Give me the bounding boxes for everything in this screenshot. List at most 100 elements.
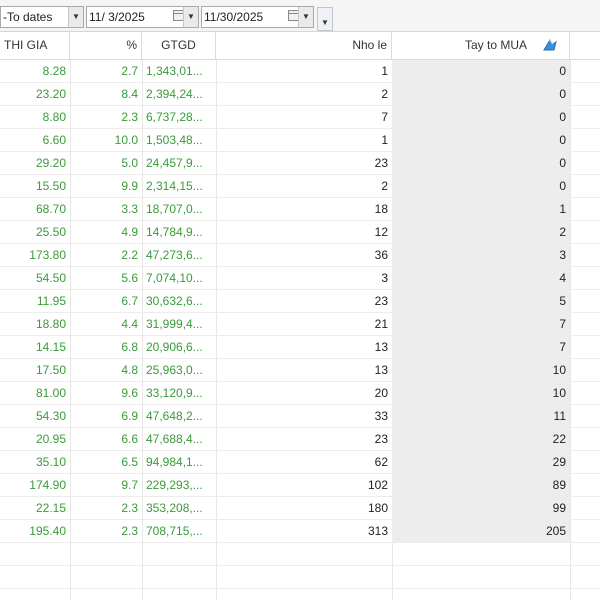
small-trades-cell: 23 [374,432,388,446]
big-buy-cell: 7 [559,340,566,354]
filter-toolbar: -To dates ▼ 11/ 3/2025 ▼ 11/30/2025 ▼ ▼ [0,0,600,32]
price-cell: 81.00 [35,386,66,400]
small-trades-cell: 62 [374,455,388,469]
price-cell: 8.80 [42,110,66,124]
big-buy-cell: 99 [552,501,566,515]
table-row[interactable]: 22.15 2.3 353,208,... 180 99 [0,497,600,520]
value-cell: 94,984,1... [146,455,203,469]
big-buy-cell: 0 [559,87,566,101]
price-cell: 29.20 [35,156,66,170]
column-header-price[interactable]: THI GIA [0,32,70,59]
table-row[interactable]: 8.28 2.7 1,343,01... 1 0 [0,60,600,83]
percent-cell: 5.6 [121,271,138,285]
value-cell: 18,707,0... [146,202,203,216]
table-row[interactable]: 20.95 6.6 47,688,4... 23 22 [0,428,600,451]
big-buy-cell: 29 [552,455,566,469]
table-row[interactable] [0,543,600,566]
price-cell: 8.28 [42,64,66,78]
options-dropdown-icon[interactable]: ▼ [317,7,333,31]
price-cell: 11.95 [36,294,66,308]
small-trades-cell: 3 [381,271,388,285]
table-row[interactable]: 35.10 6.5 94,984,1... 62 29 [0,451,600,474]
table-row[interactable]: 14.15 6.8 20,906,6... 13 7 [0,336,600,359]
to-date-value: 11/30/2025 [204,10,264,24]
date-mode-value: -To dates [3,10,53,24]
table-row[interactable]: 6.60 10.0 1,503,48... 1 0 [0,129,600,152]
price-cell: 20.95 [35,432,66,446]
table-row[interactable]: 29.20 5.0 24,457,9... 23 0 [0,152,600,175]
big-buy-cell: 0 [559,133,566,147]
percent-cell: 8.4 [121,87,138,101]
value-cell: 47,273,6... [146,248,203,262]
table-row[interactable]: 195.40 2.3 708,715,... 313 205 [0,520,600,543]
price-cell: 68.70 [35,202,66,216]
table-row[interactable]: 54.50 5.6 7,074,10... 3 4 [0,267,600,290]
price-cell: 17.50 [35,363,66,377]
small-trades-cell: 33 [374,409,388,423]
from-date-value: 11/ 3/2025 [89,10,145,24]
table-row[interactable]: 17.50 4.8 25,963,0... 13 10 [0,359,600,382]
table-row[interactable]: 15.50 9.9 2,314,15... 2 0 [0,175,600,198]
big-buy-cell: 7 [559,317,566,331]
percent-cell: 6.8 [121,340,138,354]
small-trades-cell: 180 [367,501,388,515]
column-header-small[interactable]: Nho le [216,32,392,59]
big-buy-cell: 4 [559,271,566,285]
value-cell: 47,688,4... [146,432,203,446]
small-trades-cell: 21 [374,317,388,331]
value-cell: 1,503,48... [146,133,203,147]
chevron-down-icon[interactable]: ▼ [183,7,198,27]
table-row[interactable]: 173.80 2.2 47,273,6... 36 3 [0,244,600,267]
value-cell: 14,784,9... [146,225,203,239]
column-header-value[interactable]: GTGD [142,32,216,59]
small-trades-cell: 13 [374,363,388,377]
small-trades-cell: 2 [381,87,388,101]
from-date-picker[interactable]: 11/ 3/2025 ▼ [86,6,199,28]
big-buy-cell: 1 [559,202,566,216]
price-cell: 15.50 [35,179,66,193]
percent-cell: 4.4 [121,317,138,331]
value-cell: 353,208,... [146,501,203,515]
price-cell: 174.90 [29,478,66,492]
value-cell: 31,999,4... [146,317,203,331]
table-row[interactable]: 8.80 2.3 6,737,28... 7 0 [0,106,600,129]
big-buy-cell: 10 [552,363,566,377]
to-date-picker[interactable]: 11/30/2025 ▼ [201,6,314,28]
table-row[interactable]: 11.95 6.7 30,632,6... 23 5 [0,290,600,313]
small-trades-cell: 1 [381,133,388,147]
percent-cell: 10.0 [114,133,138,147]
percent-cell: 6.6 [121,432,138,446]
chevron-down-icon[interactable]: ▼ [68,7,83,27]
percent-cell: 9.9 [121,179,138,193]
percent-cell: 2.3 [121,501,138,515]
chevron-down-icon[interactable]: ▼ [298,7,313,27]
value-cell: 30,632,6... [146,294,203,308]
small-trades-cell: 18 [374,202,388,216]
big-buy-cell: 0 [559,64,566,78]
column-header-percent[interactable]: % [70,32,142,59]
price-cell: 23.20 [35,87,66,101]
table-row[interactable]: 18.80 4.4 31,999,4... 21 7 [0,313,600,336]
small-trades-cell: 36 [374,248,388,262]
table-row[interactable]: 68.70 3.3 18,707,0... 18 1 [0,198,600,221]
percent-cell: 9.7 [121,478,138,492]
table-row[interactable]: 25.50 4.9 14,784,9... 12 2 [0,221,600,244]
value-cell: 24,457,9... [146,156,203,170]
sort-descending-arrow-icon[interactable] [541,36,559,54]
value-cell: 25,963,0... [146,363,203,377]
date-mode-select[interactable]: -To dates ▼ [0,6,84,28]
big-buy-cell: 205 [545,524,566,538]
value-cell: 2,314,15... [146,179,203,193]
big-buy-cell: 11 [553,409,566,423]
small-trades-cell: 313 [367,524,388,538]
table-row[interactable] [0,566,600,589]
small-trades-cell: 1 [381,64,388,78]
value-cell: 33,120,9... [146,386,203,400]
percent-cell: 6.5 [121,455,138,469]
table-row[interactable]: 23.20 8.4 2,394,24... 2 0 [0,83,600,106]
percent-cell: 6.9 [121,409,138,423]
table-row[interactable]: 174.90 9.7 229,293,... 102 89 [0,474,600,497]
table-row[interactable]: 81.00 9.6 33,120,9... 20 10 [0,382,600,405]
table-row[interactable]: 54.30 6.9 47,648,2... 33 11 [0,405,600,428]
value-cell: 708,715,... [146,524,203,538]
